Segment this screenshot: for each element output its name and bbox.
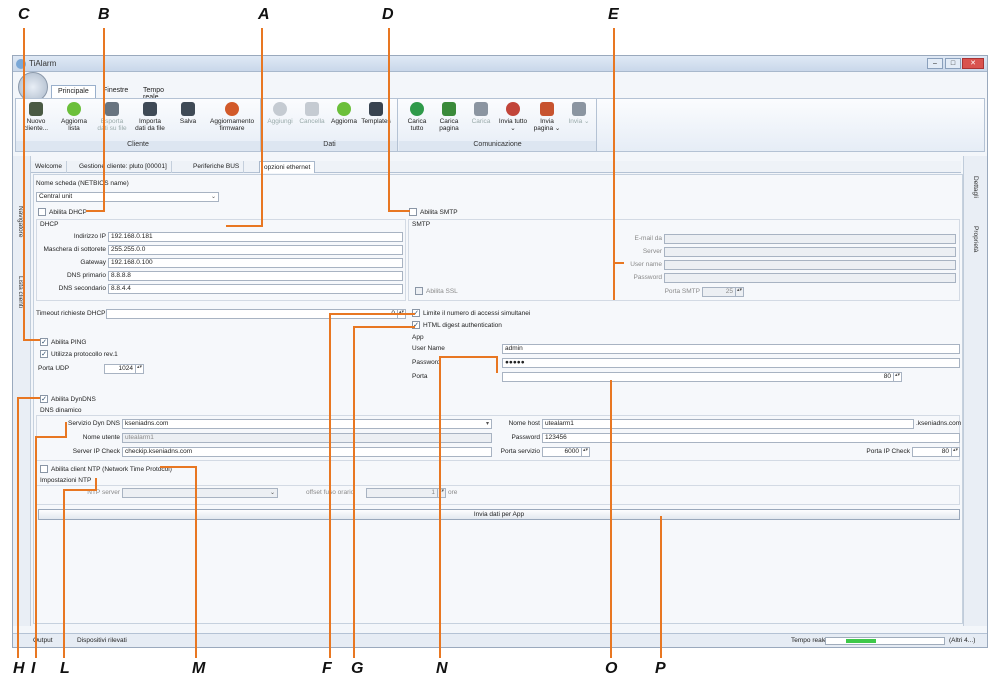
callout-b <box>86 28 105 212</box>
callout-g <box>353 326 415 658</box>
callout-i <box>35 422 67 658</box>
callout-c <box>23 28 40 341</box>
callout-l <box>63 478 97 658</box>
callout-f <box>329 313 415 658</box>
callout-a <box>226 28 263 227</box>
callout-d <box>388 28 410 212</box>
callout-m <box>160 466 197 658</box>
annotation-callouts <box>17 28 662 658</box>
callout-n <box>439 356 498 658</box>
